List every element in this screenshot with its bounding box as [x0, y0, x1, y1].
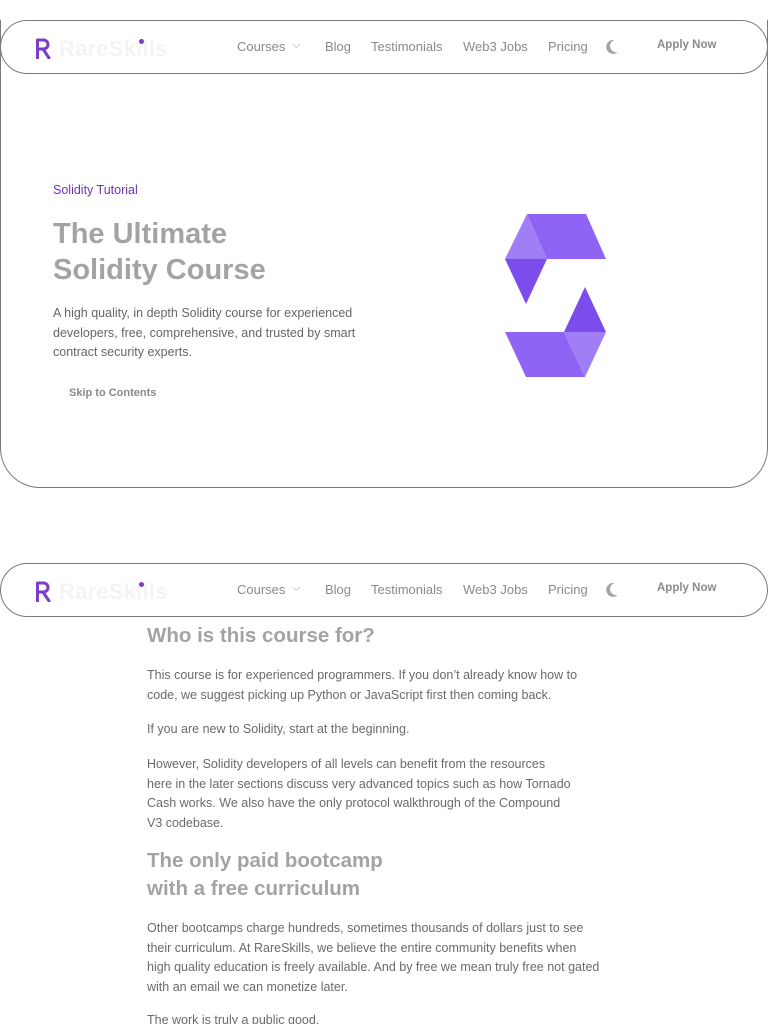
logo-dot	[139, 39, 144, 44]
chevron-down-icon	[292, 586, 301, 592]
sticky-navbar: RareSkills Courses Blog Testimonials Web…	[0, 563, 768, 617]
top-navbar: RareSkills Courses Blog Testimonials Web…	[0, 20, 768, 74]
section-heading: Who is this course for?	[147, 624, 375, 647]
nav-link-web3-jobs[interactable]: Web3 Jobs	[463, 582, 528, 597]
rareskills-logo[interactable]: RareSkills	[35, 578, 185, 604]
hero-title: The Ultimate Solidity Course	[53, 216, 433, 288]
paragraph-line: here in the later sections discuss very …	[147, 776, 571, 791]
nav-link-web3-jobs[interactable]: Web3 Jobs	[463, 39, 528, 54]
hero-description-line: developers, free, comprehensive, and tru…	[53, 325, 356, 340]
section-heading-line: with a free curriculum	[147, 877, 361, 900]
hero-description: A high quality, in depth Solidity course…	[53, 304, 383, 363]
moon-icon[interactable]	[605, 582, 619, 598]
paragraph-line: The work is truly a public good.	[147, 1013, 320, 1024]
paragraph: This course is for experienced programme…	[147, 666, 577, 705]
logo-text: RareSkills	[59, 579, 168, 604]
rareskills-r-icon	[36, 581, 51, 602]
solidity-logo-icon	[505, 214, 606, 377]
hero-title-line: Solidity Course	[53, 254, 266, 286]
rareskills-logo[interactable]: RareSkills	[35, 35, 185, 61]
rareskills-r-icon	[36, 38, 51, 59]
apply-now-button[interactable]: Apply Now	[657, 582, 716, 594]
nav-link-testimonials[interactable]: Testimonials	[371, 582, 443, 597]
apply-now-button[interactable]: Apply Now	[657, 39, 716, 51]
nav-link-pricing[interactable]: Pricing	[548, 582, 588, 597]
hero-eyebrow: Solidity Tutorial	[53, 183, 138, 197]
paragraph-line: V3 codebase.	[147, 815, 224, 830]
logo-dot	[139, 582, 144, 587]
paragraph: The work is truly a public good.	[147, 1011, 319, 1024]
paragraph-line: with an email we can monetize later.	[147, 979, 348, 994]
paragraph-line: high quality education is freely availab…	[147, 960, 600, 974]
nav-link-blog[interactable]: Blog	[325, 582, 351, 597]
paragraph-line: their curriculum. At RareSkills, we beli…	[147, 940, 577, 955]
hero-description-line: contract security experts.	[53, 345, 192, 359]
paragraph-line: If you are new to Solidity, start at the…	[147, 722, 410, 736]
paragraph-line: code, we suggest picking up Python or Ja…	[147, 687, 552, 702]
hero-section: Solidity Tutorial The Ultimate Solidity …	[0, 20, 768, 488]
paragraph-line: However, Solidity developers of all leve…	[147, 757, 546, 771]
logo-text: RareSkills	[59, 36, 168, 61]
skip-to-contents-link[interactable]: Skip to Contents	[69, 387, 156, 399]
paragraph: If you are new to Solidity, start at the…	[147, 720, 409, 740]
hero-title-line: The Ultimate	[53, 218, 228, 250]
page: Solidity Tutorial The Ultimate Solidity …	[0, 0, 768, 1024]
paragraph: However, Solidity developers of all leve…	[147, 755, 571, 833]
section-heading: The only paid bootcamp with a free curri…	[147, 847, 383, 903]
moon-icon[interactable]	[605, 39, 619, 55]
nav-link-courses[interactable]: Courses	[237, 582, 285, 597]
paragraph: Other bootcamps charge hundreds, sometim…	[147, 919, 599, 997]
section-heading-line: The only paid bootcamp	[147, 849, 383, 872]
paragraph-line: This course is for experienced programme…	[147, 668, 578, 682]
nav-link-pricing[interactable]: Pricing	[548, 39, 588, 54]
paragraph-line: Other bootcamps charge hundreds, sometim…	[147, 921, 584, 935]
nav-link-testimonials[interactable]: Testimonials	[371, 39, 443, 54]
nav-link-courses[interactable]: Courses	[237, 39, 285, 54]
hero-description-line: A high quality, in depth Solidity course…	[53, 306, 353, 320]
nav-link-blog[interactable]: Blog	[325, 39, 351, 54]
paragraph-line: Cash works. We also have the only protoc…	[147, 796, 561, 810]
chevron-down-icon	[292, 43, 301, 49]
